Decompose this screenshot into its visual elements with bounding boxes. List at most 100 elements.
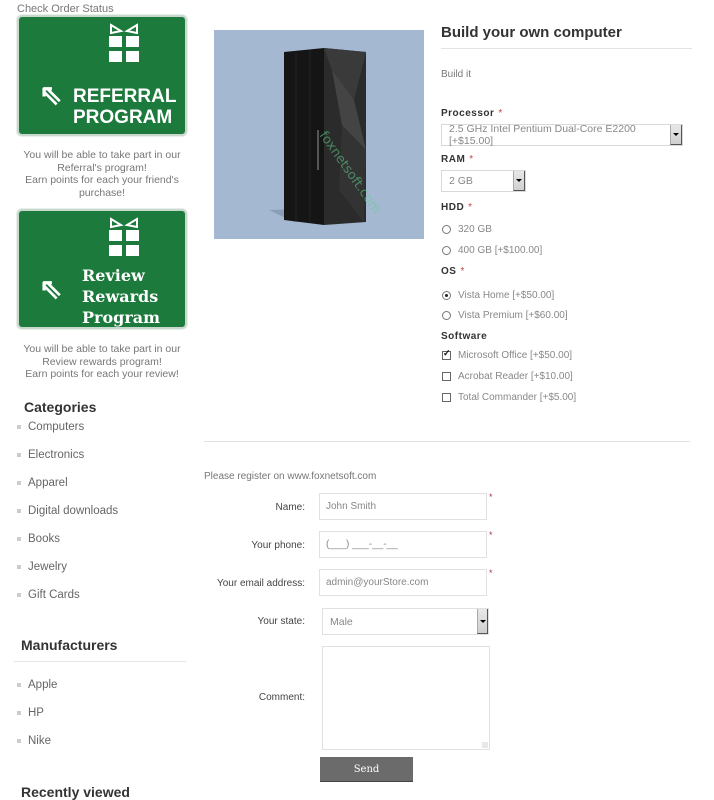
os-option-vista-home[interactable]: Vista Home [+$50.00]: [442, 290, 554, 301]
hdd-option-400gb[interactable]: 400 GB [+$100.00]: [442, 245, 542, 256]
manufacturers-title: Manufacturers: [21, 637, 118, 653]
checkbox-checked[interactable]: [442, 348, 451, 360]
category-item-gift-cards[interactable]: Gift Cards: [17, 588, 118, 616]
review-banner-line1: Review: [82, 266, 145, 285]
arrow-up-left-icon: ⇖: [39, 273, 63, 304]
category-item-apparel[interactable]: Apparel: [17, 476, 118, 504]
software-option-total-commander[interactable]: Total Commander [+$5.00]: [442, 392, 576, 403]
recently-viewed-title: Recently viewed: [21, 784, 130, 800]
option-label: 400 GB [+$100.00]: [458, 245, 543, 256]
hdd-label-text: HDD: [441, 202, 465, 213]
category-item-digital-downloads[interactable]: Digital downloads: [17, 504, 118, 532]
required-mark: *: [489, 530, 493, 540]
software-option-acrobat-reader[interactable]: Acrobat Reader [+$10.00]: [442, 371, 573, 382]
section-divider: [204, 441, 690, 442]
processor-select[interactable]: 2.5 GHz Intel Pentium Dual-Core E2200 [+…: [441, 123, 683, 147]
state-selected-value: Male: [330, 615, 353, 628]
os-option-vista-premium[interactable]: Vista Premium [+$60.00]: [442, 310, 568, 321]
comment-textarea[interactable]: [322, 646, 490, 750]
ram-label: RAM *: [441, 154, 474, 165]
radio-button[interactable]: [442, 246, 451, 255]
ram-label-text: RAM: [441, 154, 466, 165]
email-input[interactable]: admin@yourStore.com: [319, 569, 487, 596]
send-button[interactable]: Send: [320, 757, 413, 782]
radio-button-selected[interactable]: [442, 291, 451, 300]
referral-banner-line2: PROGRAM: [73, 107, 173, 128]
chevron-down-icon[interactable]: [670, 125, 682, 145]
resize-grip-icon[interactable]: [482, 742, 488, 748]
required-mark: *: [468, 202, 473, 213]
radio-button[interactable]: [442, 311, 451, 320]
caption-line: You will be able to take part in our: [23, 343, 181, 355]
option-label: 320 GB: [458, 224, 492, 235]
checkbox[interactable]: [442, 372, 451, 381]
phone-label: Your phone:: [251, 540, 305, 551]
required-mark: *: [489, 492, 493, 502]
server-tower-image: foxnetsoft.com: [269, 48, 384, 225]
caption-line: purchase!: [78, 186, 126, 199]
option-label: Vista Home [+$50.00]: [458, 290, 555, 301]
option-label: Microsoft Office [+$50.00]: [458, 350, 573, 361]
comment-label: Comment:: [258, 692, 305, 703]
product-image[interactable]: foxnetsoft.com: [214, 30, 424, 239]
email-input-value: admin@yourStore.com: [326, 577, 429, 588]
product-title: Build your own computer: [441, 24, 622, 41]
required-mark: *: [489, 568, 493, 578]
processor-label-text: Processor: [441, 108, 495, 119]
option-label: Vista Premium [+$60.00]: [458, 310, 568, 321]
caption-line: You will be able to take part in our: [23, 149, 181, 161]
phone-input-value: (___) ___-__-__: [326, 539, 398, 550]
category-item-books[interactable]: Books: [17, 532, 118, 560]
hdd-label: HDD *: [441, 202, 473, 213]
manufacturer-item-hp[interactable]: HP: [17, 706, 57, 734]
hdd-option-320gb[interactable]: 320 GB: [442, 224, 492, 235]
name-input-value: John Smith: [326, 501, 377, 512]
review-banner-line3: Program: [82, 308, 161, 327]
required-mark: *: [498, 108, 503, 119]
categories-list: Computers Electronics Apparel Digital do…: [17, 420, 118, 616]
phone-input[interactable]: (___) ___-__-__: [319, 531, 487, 558]
gift-icon: [109, 23, 139, 62]
manufacturers-list: Apple HP Nike: [17, 678, 57, 762]
option-label: Total Commander [+$5.00]: [458, 392, 577, 403]
ram-selected-value: 2 GB: [449, 175, 473, 187]
category-item-jewelry[interactable]: Jewelry: [17, 560, 118, 588]
os-label-text: OS: [441, 266, 457, 277]
processor-selected-value: 2.5 GHz Intel Pentium Dual-Core E2200 [+…: [449, 123, 636, 147]
email-label: Your email address:: [216, 578, 305, 589]
product-short-description: Build it: [441, 69, 472, 80]
caption-line: Review rewards program!: [42, 355, 162, 368]
state-label: Your state:: [257, 616, 305, 627]
name-label: Name:: [275, 502, 305, 513]
arrow-up-left-icon: ⇖: [39, 79, 63, 110]
checkbox[interactable]: [442, 393, 451, 402]
referral-caption: You will be able to take part in our Ref…: [15, 149, 189, 199]
review-banner-line2: Rewards: [82, 287, 159, 306]
caption-line: Earn points for each your review!: [25, 368, 179, 380]
software-label: Software: [441, 331, 488, 342]
register-intro-text: Please register on www.foxnetsoft.com: [204, 471, 377, 482]
chevron-down-icon[interactable]: [513, 171, 525, 191]
radio-button[interactable]: [442, 225, 451, 234]
name-input[interactable]: John Smith: [319, 493, 487, 520]
os-label: OS *: [441, 266, 465, 277]
review-caption: You will be able to take part in our Rev…: [15, 343, 189, 381]
review-rewards-banner[interactable]: ⇖ Review Rewards Program: [17, 209, 187, 329]
check-order-status-link[interactable]: Check Order Status: [17, 3, 114, 15]
option-label: Acrobat Reader [+$10.00]: [458, 371, 573, 382]
manufacturer-item-apple[interactable]: Apple: [17, 678, 57, 706]
required-mark: *: [469, 154, 474, 165]
software-option-microsoft-office[interactable]: Microsoft Office [+$50.00]: [442, 348, 573, 361]
gift-icon: [109, 217, 139, 256]
state-select[interactable]: Male: [322, 608, 489, 635]
referral-banner-line1: REFERRAL: [73, 86, 177, 107]
ram-select[interactable]: 2 GB: [441, 170, 526, 192]
required-mark: *: [460, 266, 465, 277]
category-item-electronics[interactable]: Electronics: [17, 448, 118, 476]
manufacturer-item-nike[interactable]: Nike: [17, 734, 57, 762]
title-divider: [441, 48, 692, 49]
category-item-computers[interactable]: Computers: [17, 420, 118, 448]
manufacturers-divider: [14, 661, 186, 662]
chevron-down-icon[interactable]: [477, 609, 488, 634]
referral-program-banner[interactable]: ⇖ REFERRAL PROGRAM: [17, 15, 187, 136]
